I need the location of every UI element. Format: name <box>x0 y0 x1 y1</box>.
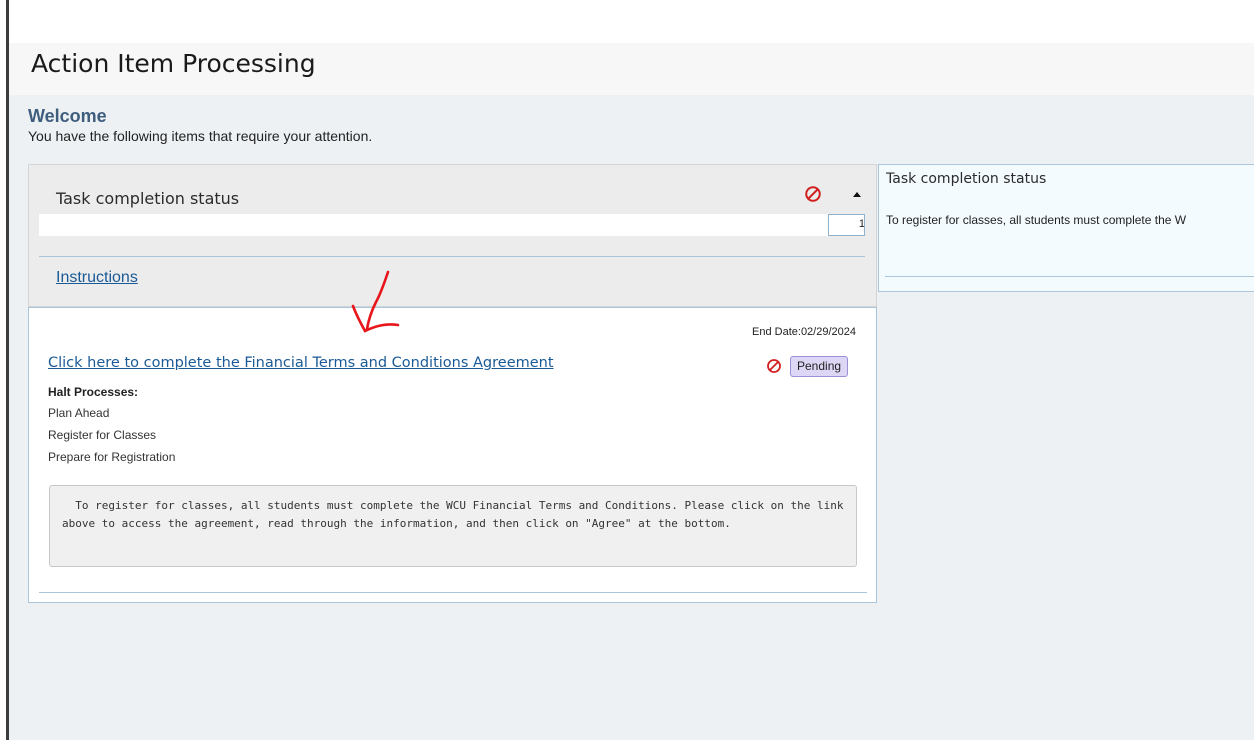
list-item: Prepare for Registration <box>48 450 176 464</box>
side-panel-title: Task completion status <box>886 171 1047 187</box>
halt-processes-list: Plan Ahead Register for Classes Prepare … <box>48 407 175 473</box>
list-item: Register for Classes <box>48 428 157 442</box>
blocked-icon <box>767 359 781 373</box>
end-date-value: 02/29/2024 <box>800 326 856 338</box>
welcome-subtitle: You have the following items that requir… <box>28 128 373 144</box>
progress-count-box <box>828 214 865 236</box>
page-header: Action Item Processing <box>9 43 1254 95</box>
financial-agreement-link[interactable]: Click here to complete the Financial Ter… <box>48 355 554 371</box>
end-date: End Date:02/29/2024 <box>752 326 856 338</box>
card-divider <box>39 592 867 593</box>
task-progress-bar: 1 <box>39 214 865 236</box>
instructions-link[interactable]: Instructions <box>56 269 138 287</box>
annotation-arrow-icon <box>351 270 400 333</box>
status-badge: Pending <box>790 356 849 377</box>
instruction-text-box: To register for classes, all students mu… <box>49 485 857 567</box>
side-panel-divider <box>885 276 1254 277</box>
action-item-card: End Date:02/29/2024 Click here to comple… <box>28 307 877 603</box>
list-item: Plan Ahead <box>48 406 110 420</box>
page-title: Action Item Processing <box>31 49 316 78</box>
welcome-heading: Welcome <box>28 106 107 126</box>
panel-divider <box>39 256 865 257</box>
side-panel-text: To register for classes, all students mu… <box>886 213 1187 227</box>
end-date-label: End Date: <box>752 326 801 338</box>
task-status-title: Task completion status <box>56 189 240 208</box>
halt-processes-heading: Halt Processes: <box>48 385 139 399</box>
caret-up-icon[interactable] <box>851 189 863 199</box>
side-status-panel: Task completion status To register for c… <box>878 164 1254 292</box>
task-status-panel: Task completion status 1 Instructions <box>28 164 877 307</box>
blocked-icon <box>805 186 821 202</box>
